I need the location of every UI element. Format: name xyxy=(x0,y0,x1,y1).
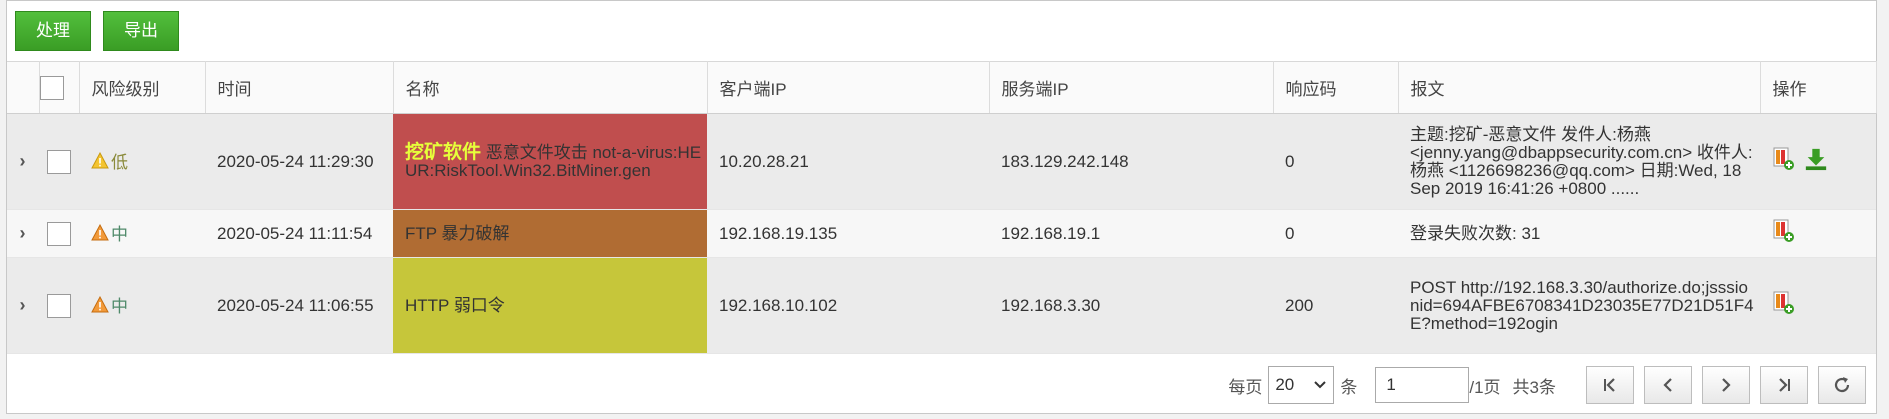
chevron-right-icon xyxy=(1722,378,1731,392)
name-detail: HTTP xyxy=(405,295,454,315)
report-add-icon[interactable] xyxy=(1772,218,1796,244)
table-row[interactable]: › 低 2020-05-24 11:29:30 挖矿软件 恶意文件攻击 not-… xyxy=(7,113,1876,210)
expand-column-header xyxy=(7,61,40,114)
message-cell: 主题:挖矿-恶意文件 发件人:杨燕 <jenny.yang@dbappsecur… xyxy=(1398,113,1760,210)
row-select-cell[interactable] xyxy=(39,257,79,354)
time-cell: 2020-05-24 11:06:55 xyxy=(205,257,393,354)
per-page-unit: 条 xyxy=(1340,377,1358,397)
column-header-client-ip[interactable]: 客户端IP xyxy=(707,61,990,114)
table-header: 风险级别 时间 名称 客户端IP 服务端IP 响应码 报文 操作 xyxy=(7,61,1877,114)
risk-cell: 低 xyxy=(79,113,205,210)
name-cell: FTP 暴力破解 xyxy=(393,209,707,258)
refresh-button[interactable] xyxy=(1818,366,1866,404)
server-ip-cell[interactable]: 192.168.19.1 xyxy=(989,209,1273,258)
name-detail: FTP xyxy=(405,223,442,243)
risk-cell: 中 xyxy=(79,209,205,258)
name-text: 恶意文件攻击 xyxy=(481,142,593,162)
report-add-icon[interactable] xyxy=(1772,146,1796,172)
chevron-right-icon[interactable]: › xyxy=(20,295,26,316)
last-page-button[interactable] xyxy=(1760,366,1808,404)
column-header-time[interactable]: 时间 xyxy=(205,61,394,114)
message-cell: 登录失败次数: 31 xyxy=(1398,209,1760,258)
select-all-cell xyxy=(39,61,80,114)
row-select-cell[interactable] xyxy=(39,209,79,258)
risk-cell: 中 xyxy=(79,257,205,354)
name-tag: 挖矿软件 xyxy=(405,141,482,163)
action-cell xyxy=(1760,113,1876,210)
action-cell xyxy=(1760,209,1876,258)
time-cell: 2020-05-24 11:11:54 xyxy=(205,209,393,258)
select-all-checkbox[interactable] xyxy=(39,75,64,100)
name-text: 弱口令 xyxy=(453,295,505,315)
risk-level-text: 中 xyxy=(111,225,128,245)
column-header-action: 操作 xyxy=(1760,61,1877,114)
first-page-button[interactable] xyxy=(1586,366,1634,404)
risk-level-text: 低 xyxy=(111,153,128,173)
client-ip-cell[interactable]: 10.20.28.21 xyxy=(707,113,989,210)
column-header-server-ip[interactable]: 服务端IP xyxy=(989,61,1274,114)
code-cell: 0 xyxy=(1273,209,1398,258)
name-cell: 挖矿软件 恶意文件攻击 not-a-virus:HEUR:RiskTool.Wi… xyxy=(393,113,707,210)
expand-cell[interactable]: › xyxy=(7,113,39,210)
prev-page-button[interactable] xyxy=(1644,366,1692,404)
page-total: /1页 xyxy=(1469,377,1501,397)
download-icon[interactable] xyxy=(1804,146,1828,172)
warning-low-icon xyxy=(91,151,109,169)
message-cell: POST http://192.168.3.30/authorize.do;js… xyxy=(1398,257,1760,354)
chevron-down-icon xyxy=(1314,381,1327,389)
row-checkbox[interactable] xyxy=(46,293,71,318)
refresh-icon xyxy=(1834,377,1850,393)
export-button[interactable]: 导出 xyxy=(103,11,179,51)
action-cell xyxy=(1760,257,1876,354)
first-page-icon xyxy=(1604,378,1615,392)
client-ip-cell[interactable]: 192.168.10.102 xyxy=(707,257,989,354)
page-edge xyxy=(1877,0,1889,419)
per-page-select[interactable]: 20 xyxy=(1268,366,1335,404)
page-number-input[interactable]: 1 xyxy=(1375,367,1470,403)
server-ip-cell[interactable]: 183.129.242.148 xyxy=(989,113,1273,210)
expand-cell[interactable]: › xyxy=(7,257,39,354)
pagination-bar: 每页 20 条 1 /1页 共3条 xyxy=(1228,365,1866,405)
server-ip-cell[interactable]: 192.168.3.30 xyxy=(989,257,1273,354)
warning-medium-icon xyxy=(91,223,109,241)
column-header-message[interactable]: 报文 xyxy=(1398,61,1761,114)
report-add-icon[interactable] xyxy=(1772,290,1796,316)
column-header-name[interactable]: 名称 xyxy=(393,61,708,114)
row-checkbox[interactable] xyxy=(46,149,71,174)
column-header-risk[interactable]: 风险级别 xyxy=(79,61,206,114)
chevron-left-icon xyxy=(1663,378,1672,392)
chevron-right-icon[interactable]: › xyxy=(20,151,26,172)
code-cell: 200 xyxy=(1273,257,1398,354)
code-cell: 0 xyxy=(1273,113,1398,210)
name-text: 暴力破解 xyxy=(441,223,510,243)
chevron-right-icon[interactable]: › xyxy=(20,223,26,244)
alert-panel: 处理 导出 风险级别 时间 名称 客户端IP 服务端IP 响应码 报文 操作 ›… xyxy=(6,0,1877,414)
per-page-label: 每页 xyxy=(1228,377,1263,397)
client-ip-cell[interactable]: 192.168.19.135 xyxy=(707,209,989,258)
record-count: 共3条 xyxy=(1512,377,1556,397)
name-cell: HTTP 弱口令 xyxy=(393,257,707,354)
table-row[interactable]: › 中 2020-05-24 11:11:54 FTP 暴力破解 192.168… xyxy=(7,209,1876,258)
risk-level-text: 中 xyxy=(111,297,128,317)
per-page-value: 20 xyxy=(1275,375,1295,394)
column-header-code[interactable]: 响应码 xyxy=(1273,61,1399,114)
time-cell: 2020-05-24 11:29:30 xyxy=(205,113,393,210)
row-select-cell[interactable] xyxy=(39,113,79,210)
warning-medium-icon xyxy=(91,295,109,313)
last-page-icon xyxy=(1779,378,1790,392)
row-checkbox[interactable] xyxy=(46,221,71,246)
process-button[interactable]: 处理 xyxy=(15,11,91,51)
expand-cell[interactable]: › xyxy=(7,209,39,258)
next-page-button[interactable] xyxy=(1702,366,1750,404)
table-row[interactable]: › 中 2020-05-24 11:06:55 HTTP 弱口令 192.168… xyxy=(7,257,1876,354)
toolbar: 处理 导出 xyxy=(15,11,191,51)
alert-table: 风险级别 时间 名称 客户端IP 服务端IP 响应码 报文 操作 › 低 202… xyxy=(7,61,1877,354)
